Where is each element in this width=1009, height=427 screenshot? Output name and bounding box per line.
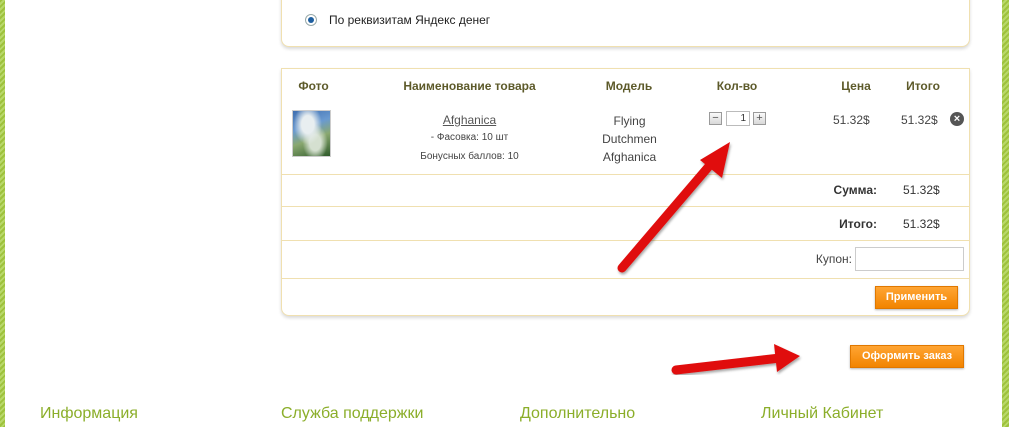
header-total: Итого xyxy=(906,79,940,93)
footer-heading-support[interactable]: Служба поддержки xyxy=(281,405,423,423)
total-label: Итого: xyxy=(839,217,877,231)
footer-heading-account[interactable]: Личный Кабинет xyxy=(761,405,883,423)
coupon-input[interactable] xyxy=(855,247,964,271)
row-divider xyxy=(282,278,969,279)
product-bonus: Бонусных баллов: 10 xyxy=(420,151,519,162)
product-link[interactable]: Afghanica xyxy=(382,113,557,127)
product-thumbnail[interactable] xyxy=(292,110,331,157)
header-quantity: Кол-во xyxy=(716,79,758,93)
row-divider xyxy=(282,206,969,207)
checkout-button[interactable]: Оформить заказ xyxy=(850,345,964,368)
radio-selected-icon[interactable] xyxy=(305,14,317,26)
header-model: Модель xyxy=(605,79,653,93)
footer-heading-extra[interactable]: Дополнительно xyxy=(520,405,635,423)
minus-icon[interactable]: − xyxy=(709,112,722,125)
left-border-decoration xyxy=(0,0,5,427)
arrow-to-checkout xyxy=(671,344,800,375)
product-model: Flying Dutchmen Afghanica xyxy=(572,112,687,166)
subtotal-value: 51.32$ xyxy=(903,183,940,197)
cart-table: Фото Наименование товара Модель Кол-во Ц… xyxy=(281,68,970,316)
close-circle-icon[interactable]: × xyxy=(950,112,964,126)
coupon-label: Купон: xyxy=(815,252,852,266)
model-line: Afghanica xyxy=(602,150,657,164)
model-line: Flying xyxy=(613,114,646,128)
row-divider xyxy=(282,240,969,241)
total-value: 51.32$ xyxy=(903,217,940,231)
header-photo: Фото xyxy=(298,79,329,93)
plus-icon[interactable]: + xyxy=(753,112,766,125)
item-price: 51.32$ xyxy=(833,113,870,127)
payment-option-label[interactable]: По реквизитам Яндекс денег xyxy=(329,13,490,27)
model-line: Dutchmen xyxy=(602,132,657,146)
footer-heading-info[interactable]: Информация xyxy=(40,405,138,423)
product-name-cell: Afghanica - Фасовка: 10 шт Бонусных балл… xyxy=(382,69,557,169)
header-price: Цена xyxy=(841,79,871,93)
item-total: 51.32$ xyxy=(901,113,938,127)
quantity-input[interactable] xyxy=(726,111,750,126)
subtotal-label: Сумма: xyxy=(833,183,877,197)
row-divider xyxy=(282,174,969,175)
product-packaging: - Фасовка: 10 шт xyxy=(430,132,509,143)
payment-method-box: По реквизитам Яндекс денег xyxy=(281,0,970,47)
apply-coupon-button[interactable]: Применить xyxy=(875,286,958,309)
right-border-decoration xyxy=(1002,0,1009,427)
